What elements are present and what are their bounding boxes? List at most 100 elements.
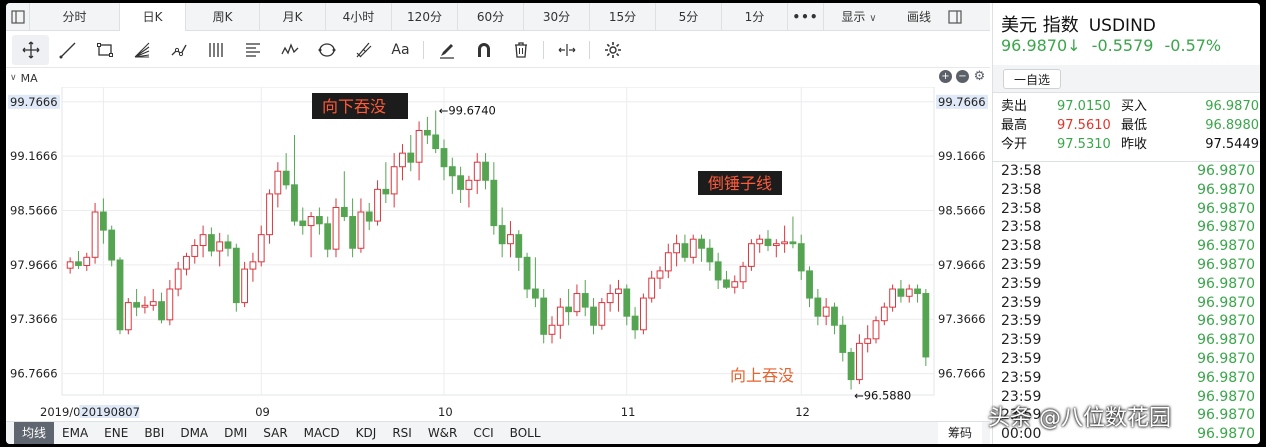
indicator-tab[interactable]: 均线 (14, 421, 55, 444)
fib-tool-icon[interactable] (234, 35, 271, 65)
rectangle-tool-icon[interactable] (86, 35, 123, 65)
candle-body (507, 234, 514, 245)
candle-body (864, 338, 872, 344)
indicator-tab[interactable]: CCI (465, 422, 501, 445)
candle-body (523, 256, 531, 290)
stat-value: 97.5310 (1057, 137, 1111, 152)
display-menu[interactable]: 显示 ∨ (824, 3, 894, 31)
indicator-tab[interactable]: KDJ (348, 422, 385, 445)
tick-value: 96.9870 (1197, 238, 1255, 255)
period-tab[interactable]: 5分 (656, 3, 722, 31)
period-tab[interactable]: 120分 (392, 3, 458, 31)
period-tab[interactable]: 15分 (590, 3, 656, 31)
indicator-tab[interactable]: RSI (384, 422, 420, 445)
indicator-tab[interactable]: EMA (54, 422, 96, 445)
chip-distribution-tab[interactable]: 筹码 (937, 422, 982, 444)
plot-area (61, 87, 935, 396)
tick-time: 23:58 (1001, 163, 1042, 179)
candle-body (747, 243, 755, 267)
period-tab[interactable]: 分时 (30, 3, 120, 31)
gann-tool-icon[interactable] (345, 35, 382, 65)
draw-menu[interactable]: 画线 (894, 3, 944, 31)
watermark: 头条 @八位数花园 (988, 406, 1171, 431)
tick-row: 23:58 96.9870 (993, 181, 1260, 200)
candle-body (847, 351, 855, 381)
candle-body (540, 297, 548, 335)
candle-body (548, 324, 556, 335)
tick-value: 96.9870 (1197, 407, 1255, 424)
ellipse-tool-icon[interactable] (308, 35, 345, 65)
fan-tool-icon[interactable] (123, 35, 160, 65)
stat-row: 最高 97.5610 最低 96.8980 (1001, 116, 1259, 135)
stat-label: 买入 (1121, 99, 1148, 114)
tick-row: 23:59 96.9870 (993, 369, 1260, 388)
indicator-tab[interactable]: BBI (136, 422, 172, 445)
candle-body (739, 265, 747, 283)
toolbar-divider (543, 40, 544, 59)
x-axis-label: 12 (795, 405, 810, 418)
gear-icon[interactable] (594, 35, 631, 65)
candle-body (448, 166, 456, 177)
candle-body (922, 293, 930, 358)
indicator-tab[interactable]: SAR (255, 422, 295, 445)
candle-body (905, 288, 913, 297)
candle-body (91, 211, 99, 258)
measure-tool-icon[interactable] (548, 35, 585, 65)
candle-body (183, 255, 190, 270)
candle-body (349, 216, 357, 249)
tick-value: 96.9870 (1197, 163, 1255, 179)
candle-body (399, 152, 406, 168)
period-tab[interactable]: 周K (186, 3, 260, 31)
period-tab[interactable]: 60分 (458, 3, 524, 31)
candle-body (315, 216, 323, 225)
period-tab[interactable]: 1分 (722, 3, 788, 31)
indicator-tab[interactable]: MACD (296, 422, 348, 445)
tick-row: 23:59 96.9870 (993, 256, 1260, 275)
candle-body (457, 175, 465, 190)
text-tool-label: Aa (391, 41, 410, 58)
period-tab[interactable]: 30分 (524, 3, 590, 31)
tick-time: 23:58 (1001, 200, 1042, 217)
chart-settings-icon[interactable]: ⚙ (973, 70, 986, 83)
period-tab[interactable]: 月K (260, 3, 326, 31)
app-window: 分时 日K 周K 月K 4小时 120分 60分 30分 15分 5分 1分 ••• 显示 ∨ 画线 (6, 3, 1260, 444)
candle-body (357, 211, 365, 249)
tick-value: 96.9870 (1197, 200, 1255, 217)
indicator-tab[interactable]: W&R (420, 422, 466, 445)
candle-body (623, 288, 631, 317)
candle-body (75, 261, 82, 266)
brush-tool-icon[interactable] (428, 35, 465, 65)
tick-row: 23:59 96.9870 (993, 294, 1260, 313)
crosshair-tool-icon[interactable] (12, 34, 49, 65)
zoom-in-icon[interactable]: + (939, 70, 952, 83)
y-axis-label-right: 99.1666 (938, 149, 986, 163)
collapse-arrow-icon[interactable]: ∨ (10, 73, 17, 83)
text-tool-icon[interactable]: Aa (382, 35, 419, 65)
collapse-panel-icon[interactable] (6, 3, 30, 31)
add-watchlist-button[interactable]: 一自选 (1003, 69, 1062, 89)
trash-icon[interactable] (502, 35, 539, 65)
indicator-tab[interactable]: DMI (216, 422, 255, 445)
candle-body (797, 243, 805, 272)
indicator-tab[interactable]: BOLL (502, 422, 549, 445)
chevron-down-icon: ∨ (869, 12, 877, 24)
magnet-tool-icon[interactable] (465, 35, 502, 65)
wave-tool-icon[interactable] (271, 35, 308, 65)
indicator-tab[interactable]: ENE (96, 422, 136, 445)
period-tab[interactable]: 4小时 (326, 3, 392, 31)
tick-row: 23:59 96.9870 (993, 312, 1260, 331)
indicator-tab[interactable]: DMA (172, 422, 216, 445)
y-axis-label-right: 99.7666 (938, 95, 986, 109)
expand-panel-icon[interactable] (944, 3, 966, 31)
instrument-name: 美元 指数 (1001, 15, 1079, 36)
drawing-toolbar: Aa (6, 32, 990, 68)
period-tab[interactable]: 日K (120, 3, 186, 31)
trendline-tool-icon[interactable] (49, 35, 86, 65)
path-tool-icon[interactable] (160, 35, 197, 65)
candlestick-chart[interactable]: 99.7666 99.7666 99.1666 99.1666 98.5666 98.56… (6, 87, 990, 418)
tick-value: 96.9870 (1197, 294, 1255, 311)
zoom-out-icon[interactable]: − (956, 70, 969, 83)
period-tab[interactable]: ••• (788, 3, 824, 31)
candle-body (872, 320, 880, 340)
parallel-tool-icon[interactable] (197, 35, 234, 65)
